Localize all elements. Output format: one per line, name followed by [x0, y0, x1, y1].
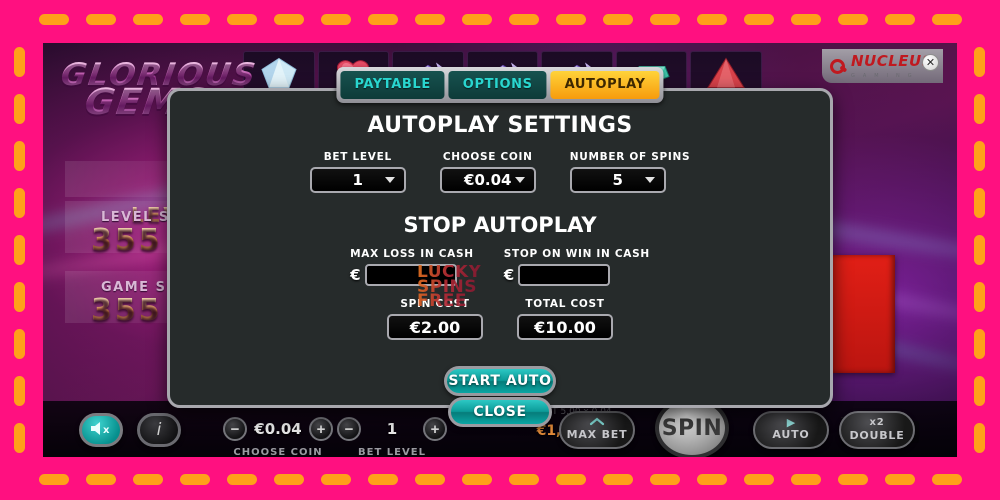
tab-options[interactable]: OPTIONS: [448, 71, 547, 99]
stop-on-win-input[interactable]: [518, 264, 611, 286]
stop-autoplay-title: STOP AUTOPLAY: [403, 213, 597, 237]
tab-paytable[interactable]: PAYTABLE: [340, 71, 445, 99]
bet-value: 1: [386, 420, 398, 438]
stop-on-win-input-wrap: €: [504, 264, 650, 286]
coin-minus-button[interactable]: −: [223, 417, 247, 441]
choose-coin-select[interactable]: €0.04: [439, 167, 536, 193]
max-loss-label: MAX LOSS IN CASH: [350, 248, 474, 260]
speaker-mute-icon: x: [89, 420, 113, 441]
choose-coin-label: CHOOSE COIN: [442, 151, 533, 163]
bet-level-field: BET LEVEL 1: [309, 151, 406, 193]
bet-level-label: BET LEVEL: [323, 151, 392, 163]
spin-cost-label: SPIN COST: [400, 298, 470, 310]
coin-plus-button[interactable]: +: [309, 417, 333, 441]
autoplay-settings-dialog: AUTOPLAY SETTINGS BET LEVEL 1 CHOOSE COI…: [167, 88, 833, 427]
max-bet-button[interactable]: MAX BET: [559, 411, 635, 449]
bet-level-value: 1: [352, 171, 363, 189]
bet-plus-button[interactable]: +: [423, 417, 447, 441]
chevron-down-icon: [644, 177, 655, 183]
stop-on-win-label: STOP ON WIN IN CASH: [503, 248, 650, 260]
number-of-spins-select[interactable]: 5: [569, 167, 666, 193]
choose-coin-value: €0.04: [464, 171, 512, 189]
svg-text:x: x: [103, 425, 110, 436]
tab-autoplay[interactable]: AUTOPLAY: [550, 71, 660, 99]
close-icon[interactable]: ✕: [922, 54, 939, 71]
nucleus-mark-icon: [829, 58, 845, 74]
coin-label: CHOOSE COIN: [233, 447, 323, 457]
bet-level-select[interactable]: 1: [309, 167, 406, 193]
frame-dashes-right: [974, 0, 986, 500]
dialog-title: AUTOPLAY SETTINGS: [367, 113, 633, 138]
double-label: DOUBLE: [849, 429, 905, 443]
frame-dashes-left: [14, 0, 26, 500]
max-loss-input-wrap: €: [350, 264, 474, 286]
outer-frame: NUCLEUS G A M I N G ✕ GLORIOUS GEMS LEVE…: [0, 0, 1000, 500]
chevron-down-icon: [514, 177, 525, 183]
info-button[interactable]: i: [137, 413, 181, 447]
game-screen: NUCLEUS G A M I N G ✕ GLORIOUS GEMS LEVE…: [43, 43, 957, 457]
choose-coin-stepper[interactable]: − €0.04 + CHOOSE COIN: [223, 417, 333, 457]
max-bet-label: MAX BET: [566, 428, 628, 442]
double-button[interactable]: x2 DOUBLE: [839, 411, 915, 449]
close-button[interactable]: CLOSE: [448, 397, 552, 427]
autoplay-settings-row: BET LEVEL 1 CHOOSE COIN €0.04 NUMBER OF …: [170, 151, 830, 193]
game-score-value: 355: [91, 293, 163, 328]
choose-coin-field: CHOOSE COIN €0.04: [439, 151, 536, 193]
euro-symbol-icon: €: [503, 266, 515, 284]
frame-dashes-bottom: [0, 474, 1000, 486]
stop-conditions-row: MAX LOSS IN CASH € STOP ON WIN IN CASH €: [170, 248, 830, 286]
frame-dashes-top: [0, 14, 1000, 26]
x2-icon: x2: [869, 417, 885, 429]
nucleus-tagline: G A M I N G: [850, 73, 915, 79]
info-icon: i: [156, 420, 162, 440]
bet-label: BET LEVEL: [358, 447, 426, 457]
total-cost-value: €10.00: [517, 314, 613, 340]
bet-level-stepper[interactable]: − 1 + BET LEVEL: [337, 417, 447, 457]
auto-label: AUTO: [772, 428, 810, 442]
total-cost-field: TOTAL COST €10.00: [517, 298, 613, 340]
right-red-panel: [833, 255, 895, 373]
dialog-tab-bar: PAYTABLE OPTIONS AUTOPLAY: [336, 67, 664, 103]
start-auto-button[interactable]: START AUTO: [444, 366, 556, 396]
total-cost-label: TOTAL COST: [525, 298, 605, 310]
spin-cost-value: €2.00: [387, 314, 483, 340]
number-of-spins-value: 5: [612, 171, 623, 189]
number-of-spins-field: NUMBER OF SPINS 5: [569, 151, 691, 193]
chevron-down-icon: [384, 177, 395, 183]
nucleus-wordmark: NUCLEUS: [850, 52, 933, 70]
auto-button[interactable]: ▶ AUTO: [753, 411, 829, 449]
play-icon: ▶: [786, 416, 796, 430]
max-loss-input[interactable]: [364, 264, 457, 286]
mute-button[interactable]: x: [79, 413, 123, 447]
chevron-up-icon: [589, 417, 605, 428]
spin-cost-field: SPIN COST €2.00: [387, 298, 483, 340]
number-of-spins-label: NUMBER OF SPINS: [569, 151, 691, 163]
euro-symbol-icon: €: [350, 266, 361, 284]
stop-on-win-field: STOP ON WIN IN CASH €: [504, 248, 650, 286]
level-score-value: 355: [91, 223, 163, 258]
bet-minus-button[interactable]: −: [337, 417, 361, 441]
cost-row: SPIN COST €2.00 TOTAL COST €10.00: [170, 298, 830, 340]
max-loss-field: MAX LOSS IN CASH €: [350, 248, 474, 286]
coin-value: €0.04: [254, 420, 302, 438]
